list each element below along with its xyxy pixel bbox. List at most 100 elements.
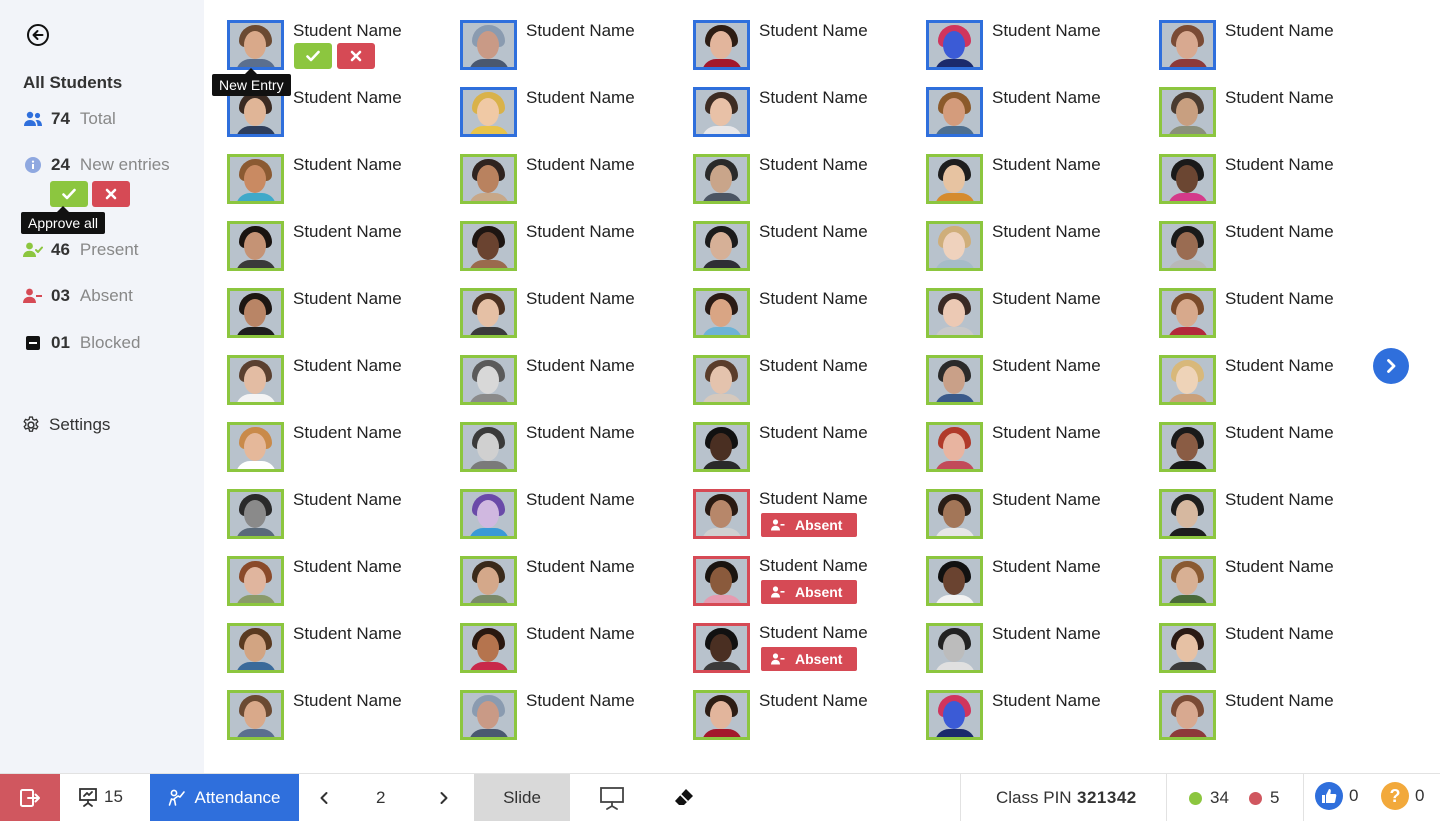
student-avatar[interactable] — [227, 422, 284, 472]
next-page-button[interactable] — [1373, 348, 1409, 384]
student-card[interactable]: Student Name — [1159, 221, 1369, 276]
student-card[interactable]: Student Name — [460, 623, 670, 678]
student-card[interactable]: Student Name — [926, 87, 1136, 142]
student-card[interactable]: Student Name — [1159, 87, 1369, 142]
questions-button[interactable]: ? 0 — [1381, 782, 1424, 810]
student-avatar[interactable] — [460, 690, 517, 740]
student-card[interactable]: Student Name — [1159, 154, 1369, 209]
student-avatar[interactable] — [1159, 556, 1216, 606]
student-card[interactable]: Student Name — [926, 690, 1136, 745]
student-card[interactable]: Student Name — [693, 288, 903, 343]
student-card[interactable]: Student Name — [460, 87, 670, 142]
student-avatar[interactable] — [460, 221, 517, 271]
student-avatar[interactable] — [693, 489, 750, 539]
student-avatar[interactable] — [693, 154, 750, 204]
student-avatar[interactable] — [1159, 87, 1216, 137]
student-avatar[interactable] — [693, 355, 750, 405]
student-card[interactable]: Student Name — [926, 489, 1136, 544]
student-avatar[interactable] — [227, 288, 284, 338]
eraser-icon[interactable] — [672, 786, 696, 815]
student-card[interactable]: Student Name Absent — [693, 556, 903, 611]
next-slide-button[interactable] — [432, 786, 456, 810]
back-arrow-icon[interactable] — [26, 23, 50, 47]
student-card[interactable]: Student Name — [926, 288, 1136, 343]
student-card[interactable]: Student Name Absent — [693, 623, 903, 678]
student-avatar[interactable] — [926, 690, 983, 740]
student-card[interactable]: Student Name — [227, 221, 437, 276]
student-avatar[interactable] — [926, 87, 983, 137]
student-avatar[interactable] — [693, 556, 750, 606]
student-avatar[interactable] — [1159, 355, 1216, 405]
student-avatar[interactable] — [693, 87, 750, 137]
student-avatar[interactable] — [926, 288, 983, 338]
student-card[interactable]: Student Name — [460, 489, 670, 544]
student-card[interactable]: Student Name — [227, 20, 437, 75]
student-avatar[interactable] — [460, 556, 517, 606]
student-card[interactable]: Student Name — [926, 556, 1136, 611]
student-avatar[interactable] — [926, 422, 983, 472]
settings-button[interactable]: Settings — [21, 415, 110, 435]
student-card[interactable]: Student Name — [926, 355, 1136, 410]
approve-all-button[interactable] — [50, 181, 88, 207]
student-avatar[interactable] — [693, 288, 750, 338]
student-avatar[interactable] — [693, 221, 750, 271]
student-avatar[interactable] — [926, 154, 983, 204]
student-avatar[interactable] — [460, 20, 517, 70]
student-avatar[interactable] — [460, 154, 517, 204]
student-card[interactable]: Student Name — [926, 154, 1136, 209]
student-card[interactable]: Student Name — [460, 422, 670, 477]
student-card[interactable]: Student Name — [1159, 690, 1369, 745]
student-avatar[interactable] — [693, 690, 750, 740]
student-card[interactable]: Student Name — [1159, 20, 1369, 75]
student-card[interactable]: Student Name — [460, 355, 670, 410]
student-card[interactable]: Student Name — [693, 20, 903, 75]
student-card[interactable]: Student Name — [926, 623, 1136, 678]
slide-button[interactable]: Slide — [474, 774, 570, 821]
reject-entry-button[interactable] — [337, 43, 375, 69]
student-avatar[interactable] — [926, 623, 983, 673]
student-card[interactable]: Student Name — [460, 221, 670, 276]
stat-absent[interactable]: 03 Absent — [23, 286, 133, 306]
student-avatar[interactable] — [693, 20, 750, 70]
student-avatar[interactable] — [926, 355, 983, 405]
student-avatar[interactable] — [693, 422, 750, 472]
student-card[interactable]: Student Name — [227, 154, 437, 209]
exit-button[interactable] — [0, 774, 60, 821]
student-card[interactable]: Student Name — [227, 422, 437, 477]
student-avatar[interactable] — [1159, 221, 1216, 271]
student-card[interactable]: Student Name — [460, 154, 670, 209]
student-avatar[interactable] — [227, 623, 284, 673]
student-card[interactable]: Student Name — [460, 690, 670, 745]
student-avatar[interactable] — [926, 556, 983, 606]
previous-slide-button[interactable] — [312, 786, 336, 810]
student-avatar[interactable] — [926, 20, 983, 70]
student-card[interactable]: Student Name — [227, 556, 437, 611]
whiteboard-icon[interactable] — [599, 786, 625, 815]
student-avatar[interactable] — [926, 221, 983, 271]
approve-entry-button[interactable] — [294, 43, 332, 69]
student-avatar[interactable] — [227, 355, 284, 405]
student-avatar[interactable] — [227, 221, 284, 271]
student-avatar[interactable] — [1159, 690, 1216, 740]
student-avatar[interactable] — [460, 489, 517, 539]
student-avatar[interactable] — [460, 87, 517, 137]
student-card[interactable]: Student Name — [693, 154, 903, 209]
student-card[interactable]: Student Name — [227, 288, 437, 343]
student-avatar[interactable] — [227, 690, 284, 740]
student-card[interactable]: Student Name — [693, 87, 903, 142]
student-card[interactable]: Student Name — [460, 556, 670, 611]
student-avatar[interactable] — [227, 154, 284, 204]
likes-button[interactable]: 0 — [1315, 782, 1358, 810]
student-avatar[interactable] — [1159, 623, 1216, 673]
student-card[interactable]: Student Name — [926, 20, 1136, 75]
student-card[interactable]: Student Name — [1159, 489, 1369, 544]
student-card[interactable]: Student Name — [1159, 288, 1369, 343]
student-avatar[interactable] — [460, 288, 517, 338]
student-avatar[interactable] — [1159, 489, 1216, 539]
student-card[interactable]: Student Name Absent — [693, 489, 903, 544]
student-avatar[interactable] — [227, 489, 284, 539]
student-card[interactable]: Student Name — [926, 422, 1136, 477]
student-card[interactable]: Student Name — [227, 690, 437, 745]
student-card[interactable]: Student Name — [227, 489, 437, 544]
student-avatar[interactable] — [693, 623, 750, 673]
